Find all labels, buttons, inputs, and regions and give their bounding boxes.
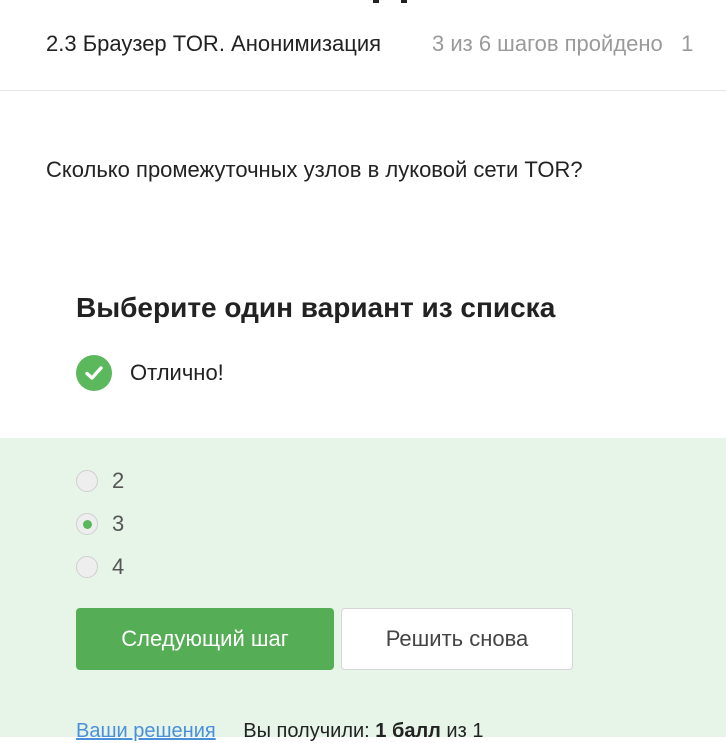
- check-circle-icon: [76, 355, 112, 391]
- option-label: 3: [112, 511, 125, 536]
- radio-button-selected[interactable]: [76, 513, 98, 535]
- question-text: Сколько промежуточных узлов в луковой се…: [46, 157, 583, 182]
- radio-button[interactable]: [76, 470, 98, 492]
- next-step-button[interactable]: Следующий шаг: [76, 608, 334, 670]
- option-label: 4: [112, 554, 125, 579]
- score-total: из 1: [446, 720, 484, 742]
- choice-section-title: Выберите один вариант из списка: [76, 292, 556, 323]
- radio-selected-dot: [82, 519, 92, 529]
- score-label: Вы получили:: [243, 720, 370, 742]
- feedback-correct: Отлично!: [76, 355, 224, 391]
- radio-button[interactable]: [76, 556, 98, 578]
- answer-panel: 2 3 4 Следующий шаг Решить снова Ваши ре…: [0, 438, 726, 742]
- step-progress: 3 из 6 шагов пройдено 1: [432, 31, 694, 56]
- option-label: 2: [112, 468, 125, 493]
- option-4[interactable]: 4: [76, 554, 124, 580]
- score-value: 1 балл: [375, 720, 441, 742]
- solve-again-button[interactable]: Решить снова: [341, 608, 573, 670]
- lesson-title[interactable]: 2.3 Браузер TOR. Анонимизация: [46, 31, 381, 57]
- option-2[interactable]: 2: [76, 468, 124, 494]
- result-footer: Ваши решения Вы получили: 1 балл из 1: [76, 720, 483, 743]
- your-solutions-link[interactable]: Ваши решения: [76, 720, 216, 742]
- option-3[interactable]: 3: [76, 511, 124, 537]
- lesson-header: 2.3 Браузер TOR. Анонимизация 3 из 6 шаг…: [0, 0, 726, 91]
- feedback-text: Отлично!: [130, 360, 224, 385]
